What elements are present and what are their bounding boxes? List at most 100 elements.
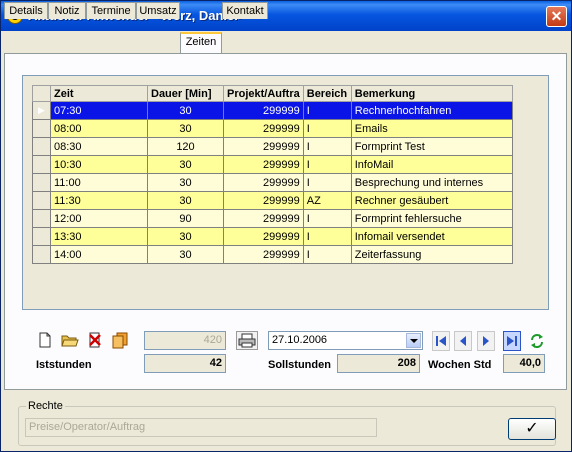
tab-details[interactable]: Details xyxy=(4,2,48,19)
first-record-button[interactable] xyxy=(432,331,450,351)
tab-termine[interactable]: Termine xyxy=(86,2,136,19)
cell-bereich[interactable]: I xyxy=(302,173,352,192)
cell-bereich[interactable]: AZ xyxy=(302,191,352,210)
sollstunden-label: Sollstunden xyxy=(268,359,331,371)
time-entries-table[interactable]: Zeit Dauer [Min] Projekt/Auftra Bereich … xyxy=(32,85,513,264)
cell-bemerkung[interactable]: Formprint fehlersuche xyxy=(350,209,513,228)
previous-record-icon xyxy=(460,336,466,346)
cell-bereich[interactable]: I xyxy=(302,119,352,138)
cell-projekt[interactable]: 299999 xyxy=(223,137,304,156)
column-header-projekt[interactable]: Projekt/Auftra xyxy=(223,85,304,102)
cell-projekt[interactable]: 299999 xyxy=(223,173,304,192)
cell-bemerkung[interactable]: Besprechung und internes xyxy=(350,173,513,192)
date-picker[interactable]: 27.10.2006 xyxy=(268,331,423,350)
cell-bemerkung[interactable]: Emails xyxy=(350,119,513,138)
cell-projekt[interactable]: 299999 xyxy=(223,101,304,120)
cell-bemerkung[interactable]: InfoMail xyxy=(350,155,513,174)
row-pointer-icon: ▶ xyxy=(32,101,51,120)
table-row[interactable]: 08:00 30 299999 I Emails xyxy=(32,119,513,138)
table-row[interactable]: 10:30 30 299999 I InfoMail xyxy=(32,155,513,174)
chevron-down-icon[interactable] xyxy=(406,333,421,348)
cell-dauer[interactable]: 30 xyxy=(147,155,224,174)
table-row[interactable]: ▶ 07:30 30 299999 I Rechnerhochfahren xyxy=(32,101,513,120)
cell-dauer[interactable]: 30 xyxy=(147,227,224,246)
cell-dauer[interactable]: 30 xyxy=(147,245,224,264)
cell-bereich[interactable]: I xyxy=(302,245,352,264)
next-record-button[interactable] xyxy=(477,331,495,351)
cell-bemerkung[interactable]: Formprint Test xyxy=(350,137,513,156)
sollstunden-value: 208 xyxy=(337,354,420,373)
table-row[interactable]: 11:30 30 299999 AZ Rechner gesäubert xyxy=(32,191,513,210)
total-minutes-field: 420 xyxy=(144,331,226,350)
column-header-dauer[interactable]: Dauer [Min] xyxy=(147,85,224,102)
table-row[interactable]: 14:00 30 299999 I Zeiterfassung xyxy=(32,245,513,264)
cell-bereich[interactable]: I xyxy=(302,227,352,246)
cell-zeit[interactable]: 14:00 xyxy=(50,245,148,264)
close-button[interactable]: ✕ xyxy=(546,6,567,27)
cell-bemerkung[interactable]: Infomail versendet xyxy=(350,227,513,246)
cell-projekt[interactable]: 299999 xyxy=(223,155,304,174)
table-row[interactable]: 08:30 120 299999 I Formprint Test xyxy=(32,137,513,156)
cell-zeit[interactable]: 11:30 xyxy=(50,191,148,210)
cell-zeit[interactable]: 12:00 xyxy=(50,209,148,228)
row-indicator[interactable] xyxy=(32,227,51,246)
refresh-icon xyxy=(531,334,543,348)
cell-projekt[interactable]: 299999 xyxy=(223,209,304,228)
cell-dauer[interactable]: 30 xyxy=(147,119,224,138)
print-button[interactable] xyxy=(236,331,258,350)
cell-projekt[interactable]: 299999 xyxy=(223,227,304,246)
last-record-button[interactable] xyxy=(503,331,521,351)
row-indicator[interactable] xyxy=(32,119,51,138)
ok-button[interactable]: ✓ xyxy=(508,418,556,440)
iststunden-value: 42 xyxy=(144,354,226,373)
tab-notiz[interactable]: Notiz xyxy=(48,2,86,19)
cell-zeit[interactable]: 07:30 xyxy=(50,101,148,120)
row-indicator[interactable] xyxy=(32,137,51,156)
cell-bemerkung[interactable]: Rechnerhochfahren xyxy=(350,101,513,120)
row-indicator[interactable] xyxy=(32,155,51,174)
refresh-button[interactable] xyxy=(528,331,546,351)
cell-bemerkung[interactable]: Zeiterfassung xyxy=(350,245,513,264)
row-indicator[interactable] xyxy=(32,173,51,192)
row-indicator-header xyxy=(32,85,51,102)
cell-bereich[interactable]: I xyxy=(302,155,352,174)
cell-bereich[interactable]: I xyxy=(302,137,352,156)
previous-record-button[interactable] xyxy=(454,331,472,351)
cell-bereich[interactable]: I xyxy=(302,101,352,120)
delete-button[interactable] xyxy=(86,331,104,349)
cell-dauer[interactable]: 30 xyxy=(147,101,224,120)
tab-zeiten[interactable]: Zeiten xyxy=(180,32,222,53)
table-row[interactable]: 12:00 90 299999 I Formprint fehlersuche xyxy=(32,209,513,228)
cell-projekt[interactable]: 299999 xyxy=(223,119,304,138)
cell-bemerkung[interactable]: Rechner gesäubert xyxy=(350,191,513,210)
cell-projekt[interactable]: 299999 xyxy=(223,191,304,210)
cell-dauer[interactable]: 30 xyxy=(147,173,224,192)
rechte-group-label: Rechte xyxy=(26,400,65,412)
tab-kontakt[interactable]: Kontakt xyxy=(222,2,268,19)
cell-zeit[interactable]: 10:30 xyxy=(50,155,148,174)
tab-umsatz[interactable]: Umsatz xyxy=(136,2,180,19)
copy-button[interactable] xyxy=(111,331,129,349)
iststunden-label: Iststunden xyxy=(36,359,92,371)
cell-zeit[interactable]: 08:00 xyxy=(50,119,148,138)
cell-dauer[interactable]: 90 xyxy=(147,209,224,228)
row-indicator[interactable] xyxy=(32,191,51,210)
open-folder-icon xyxy=(61,335,79,347)
cell-dauer[interactable]: 30 xyxy=(147,191,224,210)
new-document-button[interactable] xyxy=(36,331,54,349)
cell-zeit[interactable]: 11:00 xyxy=(50,173,148,192)
column-header-bemerkung[interactable]: Bemerkung xyxy=(350,85,513,102)
column-header-zeit[interactable]: Zeit xyxy=(50,85,148,102)
cell-zeit[interactable]: 08:30 xyxy=(50,137,148,156)
cell-zeit[interactable]: 13:30 xyxy=(50,227,148,246)
row-indicator[interactable] xyxy=(32,245,51,264)
cell-dauer[interactable]: 120 xyxy=(147,137,224,156)
row-indicator[interactable] xyxy=(32,209,51,228)
table-row[interactable]: 13:30 30 299999 I Infomail versendet xyxy=(32,227,513,246)
table-row[interactable]: 11:00 30 299999 I Besprechung und intern… xyxy=(32,173,513,192)
rechte-field: Preise/Operator/Auftrag xyxy=(25,418,377,437)
cell-projekt[interactable]: 299999 xyxy=(223,245,304,264)
open-folder-button[interactable] xyxy=(61,331,79,349)
cell-bereich[interactable]: I xyxy=(302,209,352,228)
column-header-bereich[interactable]: Bereich xyxy=(302,85,352,102)
